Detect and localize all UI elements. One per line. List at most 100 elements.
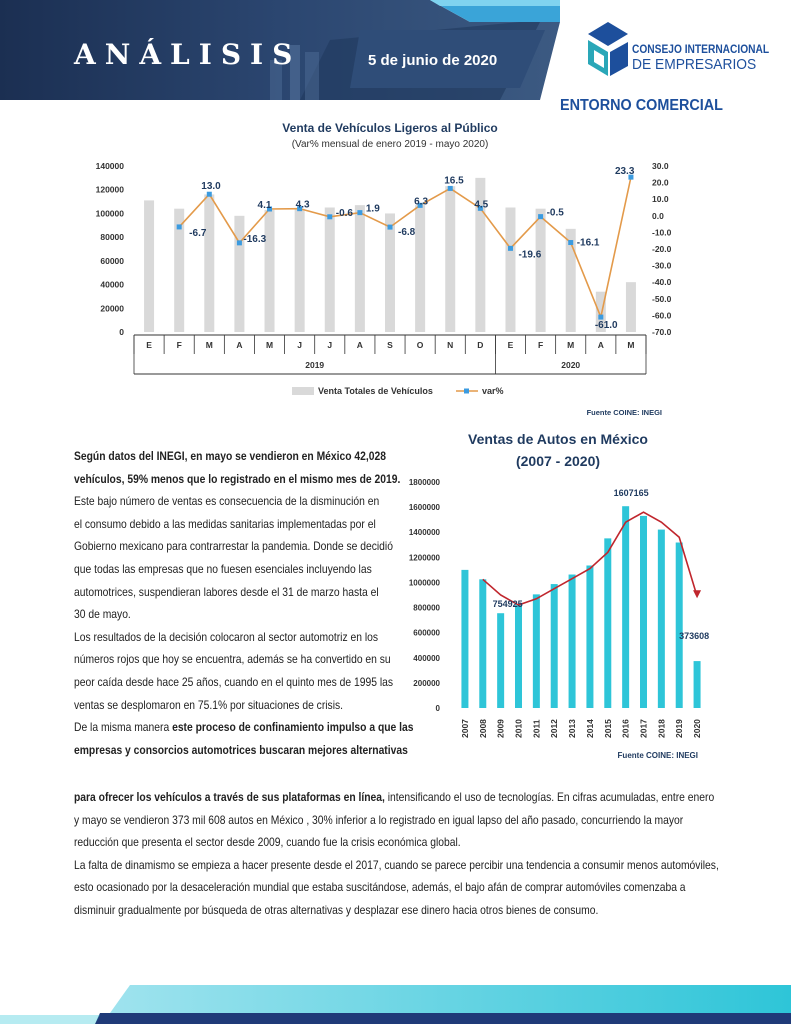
body-text: ventas se desplomaron en 75.1% por situa… — [74, 697, 344, 712]
chart1-var-marker — [598, 314, 604, 320]
chart1-var-label: 1.9 — [366, 204, 380, 215]
chart1-category-label: J — [297, 340, 302, 350]
chart1-y2tick: -50.0 — [652, 294, 672, 304]
chart2-category-label: 2008 — [478, 719, 488, 738]
logo-line2: DE EMPRESARIOS — [632, 56, 757, 73]
chart1-var-label: -0.5 — [547, 208, 565, 219]
chart2-ytick: 600000 — [413, 629, 440, 638]
chart1-ytick: 120000 — [96, 185, 125, 195]
bold-text: Según datos del INEGI, en mayo se vendie… — [74, 449, 387, 463]
paragraph-top-line: ventas se desplomaron en 75.1% por situa… — [74, 694, 390, 717]
chart1-bar — [445, 186, 456, 332]
chart1-var-marker — [206, 191, 212, 197]
paragraph-top-line: el consumo debido a las medidas sanitari… — [74, 513, 390, 536]
chart1-var-marker — [176, 224, 182, 230]
chart1-category-label: A — [236, 340, 242, 350]
chart1-category-label: O — [417, 340, 424, 350]
body-text: De la misma manera — [74, 720, 173, 735]
chart1-category-label: J — [327, 340, 332, 350]
chart1-ytick: 20000 — [100, 303, 124, 313]
chart2-category-label: 2019 — [674, 719, 684, 738]
chart1-var-marker — [538, 214, 544, 220]
chart1-var-label: -61.0 — [595, 320, 618, 331]
chart2-trend-arrowhead — [693, 590, 702, 599]
paragraph-bottom-line: esto ocasionado por la desaceleración mu… — [74, 876, 734, 899]
chart1-bar — [415, 205, 426, 332]
chart1-var-line — [178, 176, 632, 320]
chart1-bar — [385, 213, 395, 332]
chart1-source: Fuente COINE: INEGI — [587, 408, 662, 417]
chart1-var-label: 4.1 — [258, 200, 272, 211]
chart1-category-label: D — [477, 340, 483, 350]
chart2-source: Fuente COINE: INEGI — [618, 751, 698, 760]
chart1-y2tick: -30.0 — [652, 261, 672, 271]
body-text: 30 de mayo. — [74, 607, 131, 622]
chart1-ytick: 100000 — [96, 208, 125, 218]
chart1-bar — [204, 194, 215, 332]
chart2-bar — [640, 515, 647, 708]
header-date: 5 de junio de 2020 — [368, 52, 498, 69]
header-title: ANÁLISIS — [74, 38, 302, 71]
chart2-ytick: 1200000 — [409, 553, 441, 562]
chart1-ytick: 0 — [119, 327, 124, 337]
chart1-category-label: A — [357, 340, 363, 350]
chart2-category-label: 2010 — [514, 719, 524, 738]
chart2-bar — [532, 594, 540, 708]
chart1-subtitle: (Var% mensual de enero 2019 - mayo 2020) — [292, 139, 489, 150]
chart1-bar — [505, 207, 516, 332]
paragraph-top-line: automotrices, suspendieran labores desde… — [74, 581, 390, 604]
chart1-var-marker — [387, 224, 393, 230]
footer-banner — [0, 985, 791, 1024]
chart2-category-label: 2015 — [603, 719, 613, 738]
chart1-y2tick: -70.0 — [652, 327, 672, 337]
body-text: La falta de dinamismo se empieza a hacer… — [74, 857, 719, 872]
chart1-title: Venta de Vehículos Ligeros al Público — [282, 121, 497, 135]
chart1-var-label: 4.3 — [296, 200, 310, 211]
chart1-bar — [144, 200, 155, 332]
body-paragraph-bottom: para ofrecer los vehículos a través de s… — [74, 786, 734, 922]
chart2-data-label: 754925 — [493, 599, 523, 609]
chart2-ytick: 1600000 — [409, 503, 441, 512]
chart1-y2tick: -40.0 — [652, 277, 672, 287]
chart2-ytick: 1800000 — [409, 478, 441, 487]
chart1-var-marker — [447, 185, 453, 191]
chart2-data-label: 1607165 — [614, 488, 649, 498]
chart1-category-label: A — [598, 340, 604, 350]
paragraph-top-line: Gobierno mexicano para contrarrestar la … — [74, 535, 393, 558]
chart1-y2tick: 10.0 — [652, 194, 669, 204]
chart2-category-label: 2007 — [460, 719, 470, 738]
chart1-var-marker — [507, 245, 513, 251]
body-text: automotrices, suspendieran labores desde… — [74, 584, 379, 599]
chart1-var-label: -6.8 — [398, 227, 416, 238]
paragraph-top-line: vehículos, 59% menos que lo registrado e… — [74, 468, 400, 491]
chart2-category-label: 2013 — [567, 719, 577, 738]
paragraph-top-line: Este bajo número de ventas es consecuenc… — [74, 490, 390, 513]
bold-text: vehículos, 59% menos que lo registrado e… — [74, 471, 401, 486]
chart1-ytick: 60000 — [100, 256, 124, 266]
paragraph-top-line: peor caída desde hace 25 años, cuando en… — [74, 671, 393, 694]
chart1-var-label: 6.3 — [414, 196, 428, 207]
logo-line1: CONSEJO INTERNACIONAL — [632, 42, 770, 56]
paragraph-bottom-line: disminuir gradualmente por búsqueda de o… — [74, 899, 734, 922]
chart1-var-marker — [357, 210, 363, 216]
chart1-category-label: M — [627, 340, 634, 350]
chart1-y2tick: -20.0 — [652, 244, 672, 254]
chart1-var-label: -16.3 — [243, 234, 266, 245]
chart2-ytick: 400000 — [413, 654, 440, 663]
bold-text: empresas y consorcios automotrices busca… — [74, 742, 408, 757]
paragraph-top-line: Los resultados de la decisión colocaron … — [74, 626, 390, 649]
paragraph-bottom-line: y mayo se vendieron 373 mil 608 autos en… — [74, 809, 734, 832]
paragraph-bottom-line: reducción que presenta el sector desde 2… — [74, 831, 734, 854]
chart2-bar — [497, 613, 505, 708]
paragraph-top-line: números rojos que hoy se encuentra, adem… — [74, 648, 391, 671]
chart1-var-marker — [327, 214, 333, 220]
chart2-bar — [693, 661, 701, 708]
chart1-group-label: 2020 — [561, 360, 580, 370]
chart2-category-label: 2009 — [496, 719, 506, 738]
chart1-var-label: 13.0 — [201, 181, 221, 192]
chart1-y2tick: 30.0 — [652, 161, 669, 171]
body-paragraph-top: Según datos del INEGI, en mayo se vendie… — [74, 445, 414, 761]
chart1-bar — [294, 208, 305, 332]
chart1-legend-swatch-marker — [464, 388, 469, 394]
chart1-group-label: 2019 — [305, 360, 324, 370]
